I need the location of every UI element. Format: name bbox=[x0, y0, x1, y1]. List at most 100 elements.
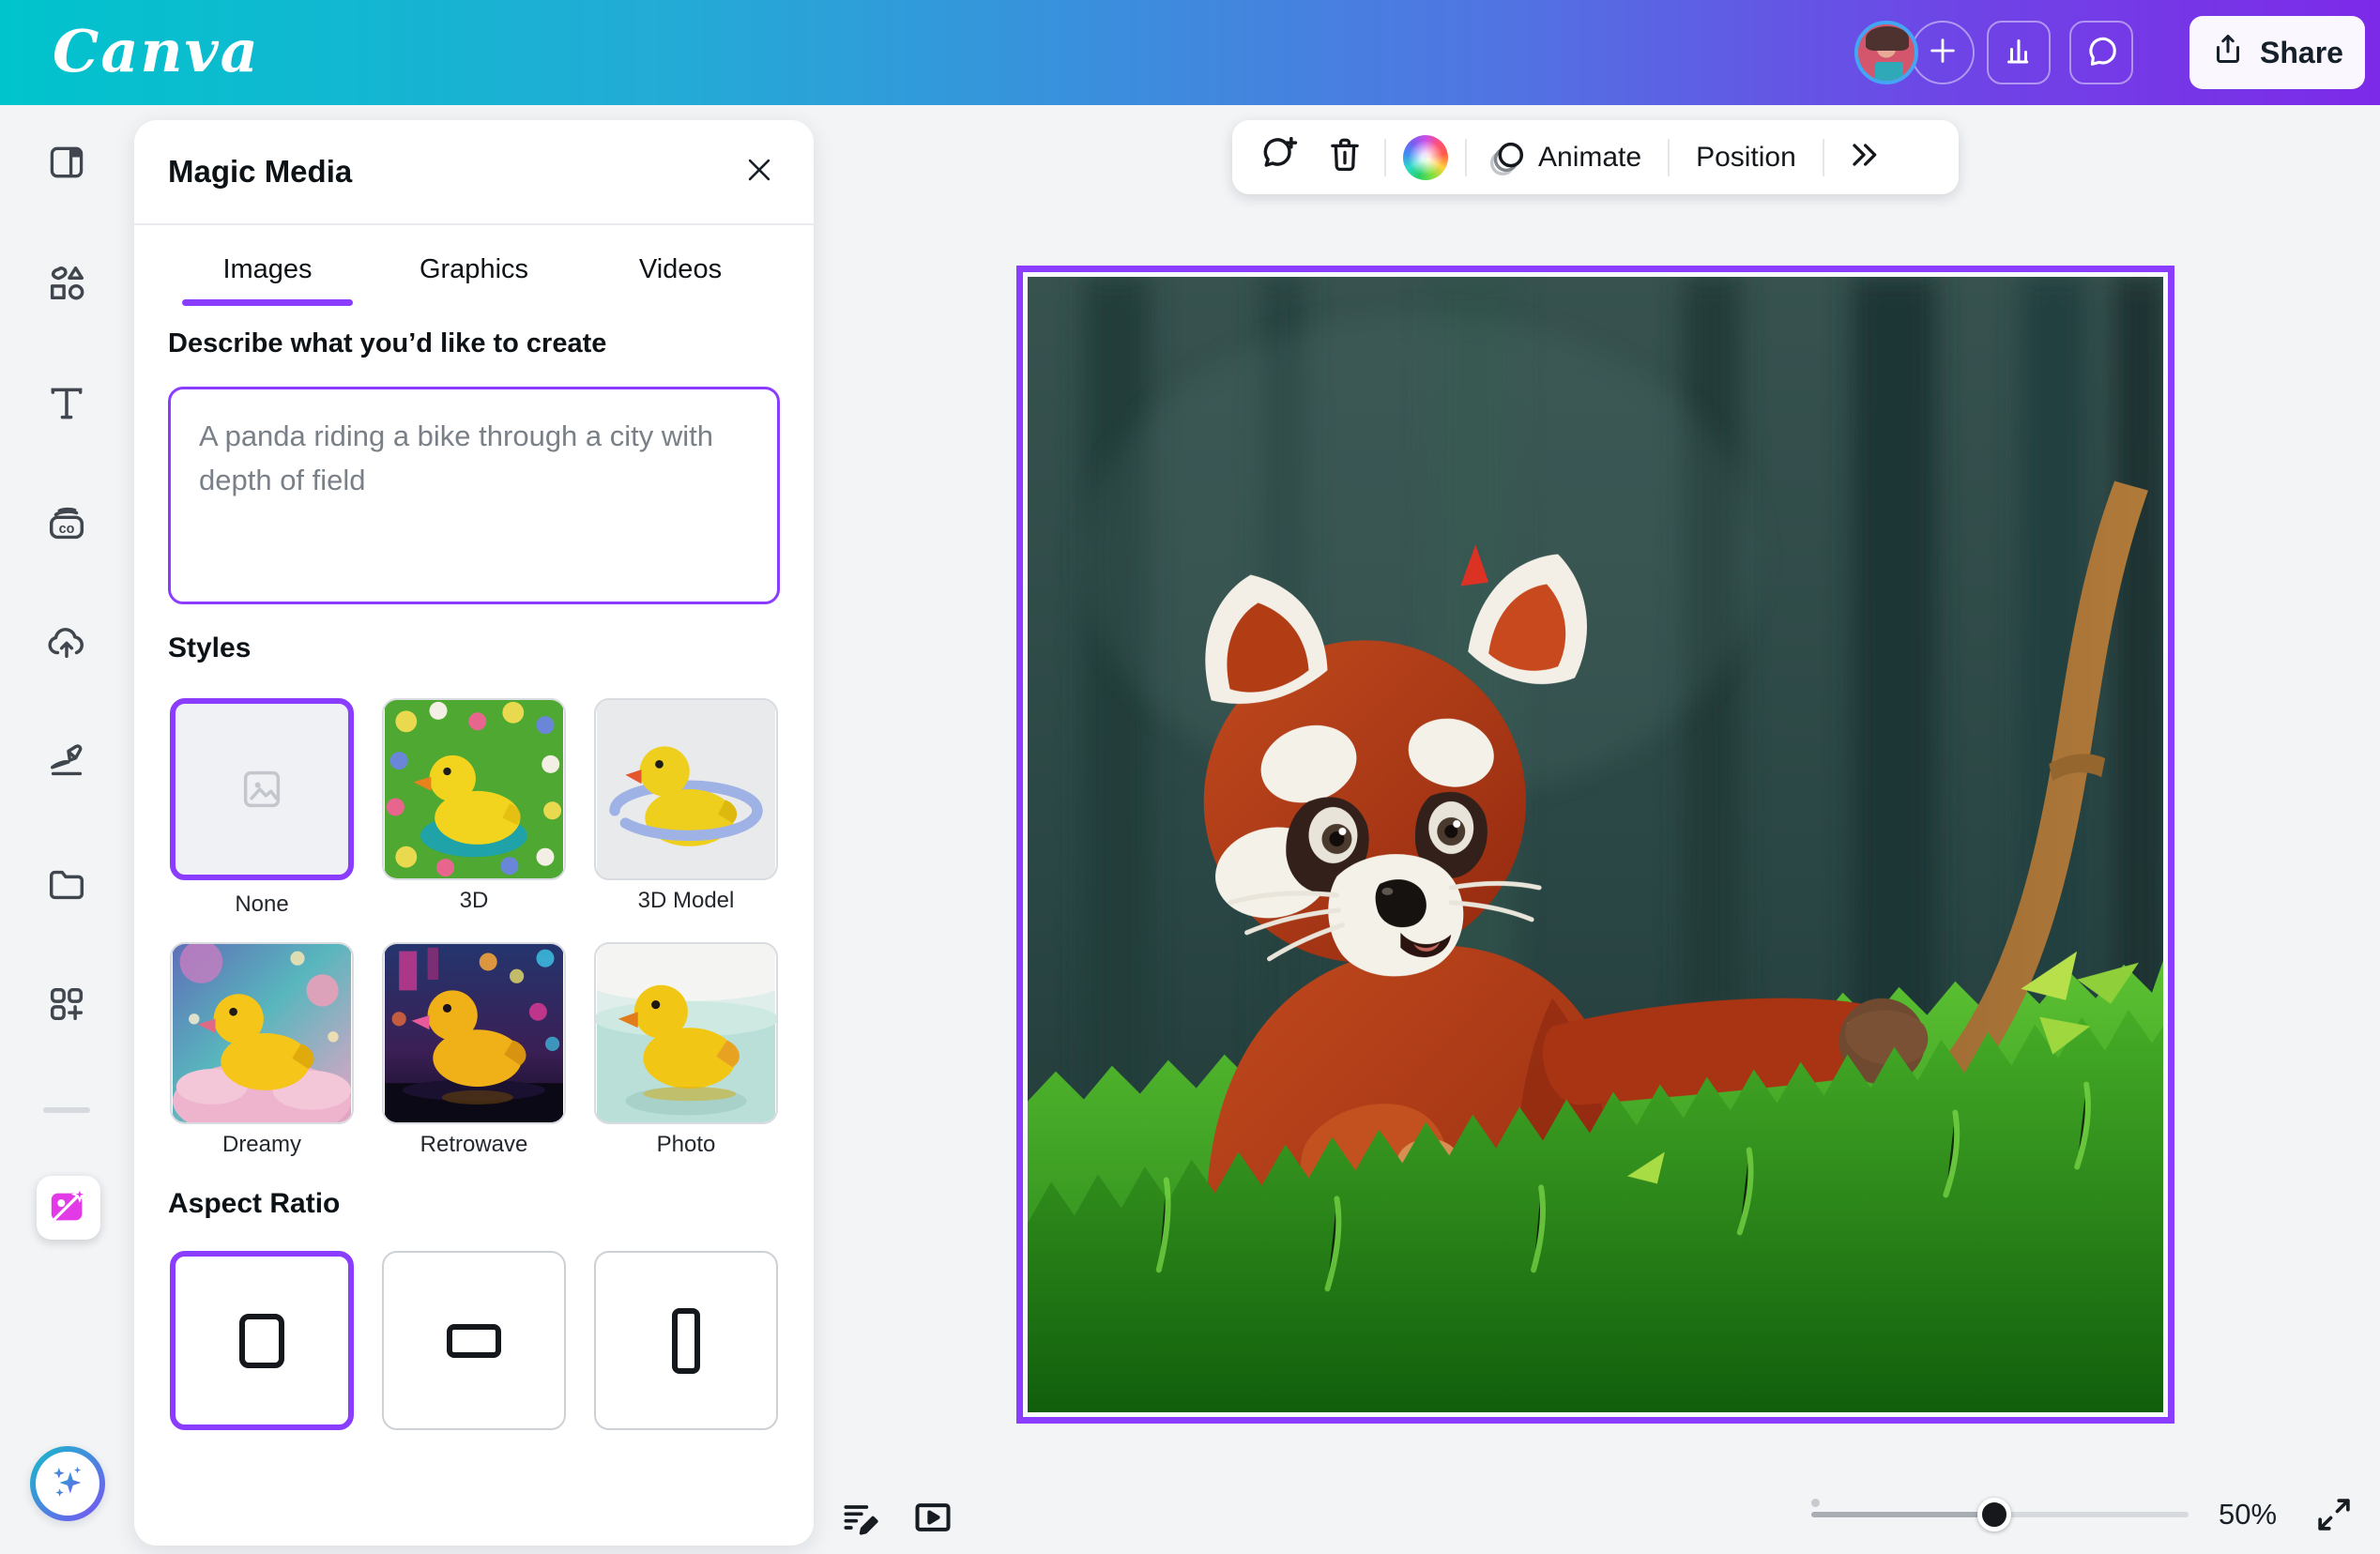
landscape-ratio-icon bbox=[447, 1324, 501, 1358]
zoom-track-dot bbox=[1811, 1499, 1820, 1507]
apps-icon bbox=[45, 983, 88, 1030]
svg-text:co: co bbox=[59, 521, 75, 536]
canvas-page-selection[interactable] bbox=[1016, 266, 2174, 1424]
text-icon bbox=[46, 383, 87, 429]
plus-icon bbox=[1927, 35, 1959, 71]
close-icon bbox=[743, 154, 775, 190]
bar-chart-icon bbox=[2002, 34, 2036, 72]
panel-header: Magic Media bbox=[168, 120, 780, 223]
red-panda-image[interactable] bbox=[1028, 277, 2163, 1412]
toolbar-divider bbox=[1465, 139, 1467, 176]
style-option-3d[interactable] bbox=[382, 698, 566, 880]
style-label-3d: 3D bbox=[382, 888, 566, 914]
aspect-ratio-landscape[interactable] bbox=[382, 1251, 566, 1430]
comments-button[interactable] bbox=[2069, 21, 2133, 84]
upload-share-icon bbox=[2211, 32, 2245, 73]
style-3d-model-thumbnail bbox=[596, 700, 776, 878]
sidebar-rail: co bbox=[0, 105, 133, 1554]
avatar-book bbox=[1875, 62, 1903, 83]
add-member-button[interactable] bbox=[1911, 21, 1975, 84]
aspect-ratio-square[interactable] bbox=[170, 1251, 354, 1430]
comment-button[interactable] bbox=[1257, 135, 1302, 180]
animate-icon bbox=[1484, 135, 1529, 180]
assistant-button[interactable] bbox=[30, 1446, 105, 1521]
brand-icon: co bbox=[45, 503, 88, 551]
insights-button[interactable] bbox=[1987, 21, 2051, 84]
style-3d-thumbnail bbox=[384, 700, 564, 878]
square-ratio-icon bbox=[239, 1314, 284, 1368]
sidebar-divider bbox=[43, 1107, 90, 1113]
styles-heading: Styles bbox=[168, 632, 251, 664]
more-options-button[interactable] bbox=[1841, 135, 1886, 180]
color-wheel-icon[interactable] bbox=[1403, 135, 1448, 180]
notes-button[interactable] bbox=[838, 1498, 881, 1541]
style-option-none[interactable] bbox=[170, 698, 354, 880]
element-toolbar: Animate Position bbox=[1232, 120, 1959, 194]
zoom-slider[interactable] bbox=[1811, 1512, 2189, 1517]
zoom-slider-fill bbox=[1811, 1512, 1994, 1517]
style-label-none: None bbox=[170, 891, 354, 918]
style-label-photo: Photo bbox=[594, 1132, 778, 1158]
elements-icon bbox=[45, 262, 88, 310]
image-placeholder-icon bbox=[237, 765, 286, 814]
draw-icon bbox=[45, 740, 88, 788]
chat-icon bbox=[2083, 33, 2119, 73]
animate-button[interactable]: Animate bbox=[1529, 142, 1651, 174]
share-button[interactable]: Share bbox=[2189, 16, 2365, 89]
share-label: Share bbox=[2260, 36, 2343, 70]
sidebar-item-design[interactable] bbox=[45, 143, 88, 186]
sidebar-item-text[interactable] bbox=[45, 384, 88, 427]
zoom-slider-knob[interactable] bbox=[1977, 1498, 2011, 1531]
prompt-input[interactable] bbox=[168, 387, 780, 604]
aspect-ratio-portrait[interactable] bbox=[594, 1251, 778, 1430]
delete-button[interactable] bbox=[1322, 135, 1367, 180]
zoom-level-value[interactable]: 50% bbox=[2196, 1498, 2299, 1531]
tab-images-label: Images bbox=[222, 254, 312, 285]
panel-tabs: Images Graphics Videos bbox=[164, 236, 784, 302]
tab-graphics[interactable]: Graphics bbox=[371, 236, 577, 302]
fullscreen-button[interactable] bbox=[2312, 1495, 2356, 1538]
magic-media-app-icon bbox=[47, 1184, 90, 1232]
tab-videos-label: Videos bbox=[639, 254, 722, 285]
sidebar-item-projects[interactable] bbox=[45, 865, 88, 908]
design-icon bbox=[46, 142, 87, 188]
panel-title: Magic Media bbox=[168, 154, 352, 190]
canva-logo[interactable]: Canva bbox=[53, 17, 260, 85]
style-option-photo[interactable] bbox=[594, 942, 778, 1124]
style-option-3d-model[interactable] bbox=[594, 698, 778, 880]
tab-images[interactable]: Images bbox=[164, 236, 371, 302]
sidebar-item-elements[interactable] bbox=[45, 264, 88, 307]
notes-icon bbox=[839, 1497, 880, 1543]
tab-videos[interactable]: Videos bbox=[577, 236, 784, 302]
describe-label: Describe what you’d like to create bbox=[168, 328, 606, 359]
present-button[interactable] bbox=[911, 1498, 954, 1541]
aspect-ratio-heading: Aspect Ratio bbox=[168, 1188, 340, 1220]
style-label-retrowave: Retrowave bbox=[382, 1132, 566, 1158]
style-label-dreamy: Dreamy bbox=[170, 1132, 354, 1158]
position-button[interactable]: Position bbox=[1686, 142, 1806, 174]
expand-icon bbox=[2314, 1495, 2354, 1539]
style-dreamy-thumbnail bbox=[172, 944, 352, 1122]
sidebar-item-brand[interactable]: co bbox=[45, 505, 88, 548]
sidebar-item-uploads[interactable] bbox=[45, 622, 88, 665]
comment-add-icon bbox=[1259, 134, 1300, 180]
toolbar-divider bbox=[1823, 139, 1824, 176]
toolbar-divider bbox=[1668, 139, 1670, 176]
panel-header-divider bbox=[134, 223, 814, 225]
uploads-icon bbox=[45, 620, 88, 668]
toolbar-divider bbox=[1384, 139, 1386, 176]
chevron-double-right-icon bbox=[1845, 136, 1883, 178]
style-option-retrowave[interactable] bbox=[382, 942, 566, 1124]
sidebar-item-apps[interactable] bbox=[45, 984, 88, 1028]
trash-icon bbox=[1325, 135, 1365, 179]
style-option-dreamy[interactable] bbox=[170, 942, 354, 1124]
avatar[interactable] bbox=[1854, 21, 1918, 84]
style-photo-thumbnail bbox=[596, 944, 776, 1122]
sidebar-item-magic-media[interactable] bbox=[37, 1176, 100, 1240]
top-bar: Canva Share bbox=[0, 0, 2380, 105]
app-window: Canva Share bbox=[0, 0, 2380, 1554]
close-panel-button[interactable] bbox=[739, 151, 780, 192]
assistant-sparkle-icon bbox=[46, 1460, 89, 1508]
sidebar-item-draw[interactable] bbox=[45, 742, 88, 785]
portrait-ratio-icon bbox=[672, 1308, 700, 1374]
